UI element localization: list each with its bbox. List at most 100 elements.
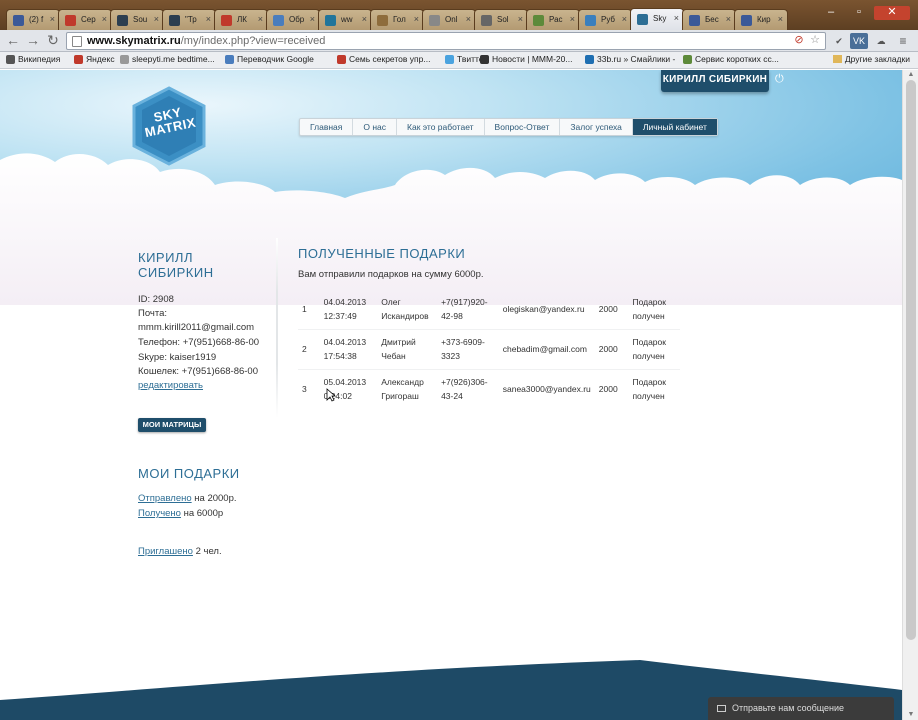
sent-gifts-amount: на 2000р. [191, 493, 237, 504]
feedback-widget[interactable]: Отправьте нам сообщение [708, 697, 894, 720]
row-status-text: Подарок [632, 377, 666, 388]
browser-tab[interactable]: Рас × [526, 9, 580, 30]
bookmark-label: 33b.ru » Смайлики - [597, 54, 676, 64]
my-matrices-button[interactable]: МОИ МАТРИЦЫ [138, 418, 206, 432]
row-status-text: получен [632, 310, 665, 321]
row-amount: 2000 [594, 289, 629, 330]
tab-favicon-icon [117, 15, 128, 26]
bookmark-label: Википедия [18, 54, 61, 64]
page-viewport: SKY MATRIX КИРИЛЛ СИБИРКИН ⏻ Главная О на… [0, 70, 902, 720]
scroll-thumb[interactable] [906, 80, 916, 640]
tab-close-icon[interactable]: × [102, 14, 107, 24]
bookmark-item[interactable]: 33b.ru » Смайлики - [585, 54, 675, 64]
browser-toolbar: ← → ↻ www.skymatrix.ru/my/index.php?view… [0, 30, 918, 52]
browser-tab[interactable]: ЛК × [214, 9, 268, 30]
page-scrollbar[interactable]: ▲ ▼ [902, 70, 918, 720]
bookmark-item[interactable]: sleepyti.me bedtime... [120, 54, 215, 64]
bookmark-other-folder[interactable]: Другие закладки [832, 54, 910, 64]
tab-close-icon[interactable]: × [206, 14, 211, 24]
page-subtitle: Вам отправили подарков на сумму 6000р. [298, 269, 484, 280]
bookmark-star-icon[interactable]: ☆ [808, 33, 822, 47]
profile-first-name: КИРИЛЛ [138, 250, 193, 265]
logout-power-icon[interactable]: ⏻ [775, 74, 786, 85]
browser-tab[interactable]: Гол × [370, 9, 424, 30]
tab-close-icon[interactable]: × [518, 14, 523, 24]
extension-icon[interactable]: ☁ [872, 33, 890, 49]
maximize-button[interactable]: ▫ [846, 6, 872, 20]
tab-close-icon[interactable]: × [622, 14, 627, 24]
received-gifts-link[interactable]: Получено [138, 508, 181, 519]
browser-tab[interactable]: Кир × [734, 9, 788, 30]
scroll-down-icon[interactable]: ▼ [903, 710, 918, 720]
browser-tab[interactable]: Sky × [630, 8, 684, 30]
blocked-content-icon[interactable]: ⊘ [792, 33, 806, 47]
tab-close-icon[interactable]: × [310, 14, 315, 24]
browser-tab[interactable]: Onl × [422, 9, 476, 30]
profile-email-label: Почта: [138, 308, 168, 319]
browser-tab[interactable]: Сер × [58, 9, 112, 30]
browser-tab[interactable]: Sol × [474, 9, 528, 30]
browser-tab[interactable]: (2) f × [6, 9, 60, 30]
profile-wallet: Кошелек: +7(951)668-86-00 [138, 366, 258, 377]
nav-item[interactable]: О нас [353, 119, 398, 135]
bookmark-favicon-icon [120, 55, 129, 64]
feedback-label: Отправьте нам сообщение [732, 703, 845, 713]
sidebar-divider [276, 238, 278, 418]
window-close-button[interactable]: ✕ [874, 6, 910, 20]
tab-close-icon[interactable]: × [258, 14, 263, 24]
bookmark-item[interactable]: Яндекс [74, 54, 115, 64]
vk-extension-icon[interactable]: VK [850, 33, 868, 49]
row-phone: +7(917)920- 42-98 [437, 289, 499, 330]
browser-tab[interactable]: "Тр × [162, 9, 216, 30]
row-email: sanea3000@yandex.ru [499, 369, 595, 409]
bookmark-item[interactable]: Переводчик Google [225, 54, 314, 64]
nav-item[interactable]: Главная [300, 119, 354, 135]
browser-tab[interactable]: Руб × [578, 9, 632, 30]
minimize-button[interactable]: – [818, 6, 844, 20]
tab-favicon-icon [273, 15, 284, 26]
tab-close-icon[interactable]: × [674, 13, 679, 23]
invited-link[interactable]: Приглашено [138, 546, 193, 557]
table-row: 1 04.04.2013 12:37:49 Олег Искандиров +7(917)… [298, 289, 680, 330]
tab-close-icon[interactable]: × [50, 14, 55, 24]
browser-tab-label: Кир [757, 15, 771, 24]
tab-close-icon[interactable]: × [466, 14, 471, 24]
bookmark-item[interactable]: Новости | МММ-20... [480, 54, 572, 64]
tab-close-icon[interactable]: × [570, 14, 575, 24]
tab-favicon-icon [533, 15, 544, 26]
reload-icon[interactable]: ↻ [44, 32, 62, 50]
user-account-button[interactable]: КИРИЛЛ СИБИРКИН [661, 70, 769, 92]
browser-tab[interactable]: Обр × [266, 9, 320, 30]
tab-close-icon[interactable]: × [778, 14, 783, 24]
nav-item[interactable]: Как это работает [397, 119, 485, 135]
edit-profile-link[interactable]: редактировать [138, 380, 203, 391]
profile-name: КИРИЛЛ СИБИРКИН [138, 250, 268, 280]
scroll-up-icon[interactable]: ▲ [903, 70, 918, 80]
row-datetime-text: 04.04.2013 [323, 337, 367, 347]
extension-check-icon[interactable]: ✔ [830, 33, 848, 49]
sent-gifts-link[interactable]: Отправлено [138, 493, 192, 504]
nav-item[interactable]: Личный кабинет [632, 119, 717, 135]
menu-icon[interactable]: ≡ [894, 33, 912, 49]
browser-tab[interactable]: Sou × [110, 9, 164, 30]
forward-icon[interactable]: → [24, 32, 42, 50]
received-gifts-amount: на 6000р [180, 508, 224, 519]
bookmark-item[interactable]: Википедия [6, 54, 60, 64]
tab-close-icon[interactable]: × [726, 14, 731, 24]
row-sender-name: Александр Григораш [377, 369, 437, 409]
tab-close-icon[interactable]: × [154, 14, 159, 24]
back-icon[interactable]: ← [4, 32, 22, 50]
tab-close-icon[interactable]: × [362, 14, 367, 24]
bookmark-item[interactable]: Семь секретов упр... [337, 54, 430, 64]
nav-item[interactable]: Залог успеха [560, 119, 633, 135]
bookmark-item[interactable]: Сервис коротких сс... [683, 54, 779, 64]
browser-tab[interactable]: ww × [318, 9, 372, 30]
received-gifts-table: 1 04.04.2013 12:37:49 Олег Искандиров +7(917)… [298, 289, 680, 409]
browser-tab[interactable]: Бес × [682, 9, 736, 30]
bookmark-favicon-icon [683, 55, 692, 64]
row-status-text: получен [632, 391, 665, 402]
tab-close-icon[interactable]: × [414, 14, 419, 24]
browser-tab-label: Руб [601, 15, 616, 24]
address-bar[interactable]: www.skymatrix.ru/my/index.php?view=recei… [66, 32, 826, 50]
nav-item[interactable]: Вопрос-Ответ [485, 119, 561, 135]
